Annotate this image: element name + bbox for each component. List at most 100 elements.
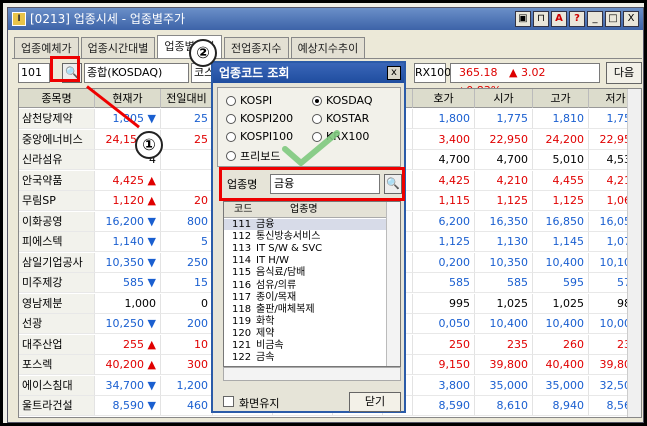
list-item-name: IT S/W & SVC <box>256 243 323 255</box>
grid-header-cell[interactable]: 종목명 <box>19 89 95 108</box>
close-button[interactable]: X <box>623 11 639 27</box>
price-value: 10,250 <box>105 317 145 330</box>
radio-kostar[interactable]: KOSTAR <box>312 112 369 125</box>
tab-3[interactable]: 전업종지수 <box>223 37 289 59</box>
stock-name-cell: 삼천당제약 <box>19 109 95 129</box>
down-arrow-icon: ▼ <box>144 399 156 412</box>
help-icon[interactable]: ? <box>569 11 585 27</box>
stock-name-cell: 안국약품 <box>19 170 95 191</box>
radio-freeboard[interactable]: 프리보드 <box>226 148 280 164</box>
sector-search-input[interactable]: 금융 <box>270 174 380 194</box>
grid-header-cell[interactable]: 고가 <box>533 89 589 108</box>
open-cell: 235 <box>475 334 533 355</box>
list-item-code: 116 <box>232 279 252 291</box>
list-item[interactable]: 119 화학 <box>224 316 386 327</box>
layout-icon[interactable]: ▣ <box>515 11 531 27</box>
high-cell: 10,400 <box>533 252 589 273</box>
list-item[interactable]: 111 금융 <box>224 219 386 230</box>
list-item[interactable]: 118 출판/매체복제 <box>224 304 386 315</box>
bid-cell: 1,125 <box>413 232 475 252</box>
price-cell: 40,200 ▲ <box>95 355 161 375</box>
font-icon[interactable]: A <box>551 11 567 27</box>
tab-1[interactable]: 업종시간대별 <box>80 37 156 59</box>
dialog-close-icon[interactable]: x <box>387 66 401 80</box>
open-cell: 10,400 <box>475 314 533 334</box>
list-item[interactable]: 113 IT S/W & SVC <box>224 243 386 254</box>
table-row[interactable]: 울트라건설우2,810 ▲2,7252,6352,8202,635 <box>19 416 641 417</box>
high-cell: 10,400 <box>533 314 589 334</box>
grid-header-cell[interactable]: 호가 <box>413 89 475 108</box>
list-item[interactable]: 117 종이/목재 <box>224 292 386 303</box>
grid-scrollbar[interactable] <box>627 89 641 417</box>
blank-cell <box>273 416 333 417</box>
change-cell: 460 <box>161 396 213 416</box>
radio-label: KOSTAR <box>326 112 370 125</box>
link-icon[interactable]: ⊓ <box>533 11 549 27</box>
stock-name-cell: 미주제강 <box>19 273 95 293</box>
radio-label: 프리보드 <box>240 150 281 163</box>
bid-cell: 0,050 <box>413 314 475 334</box>
open-cell: 39,800 <box>475 355 533 375</box>
blank-cell <box>383 416 413 417</box>
list-item[interactable]: 120 제약 <box>224 328 386 339</box>
list-item-code: 122 <box>232 352 252 364</box>
down-arrow-icon: ▼ <box>144 276 156 289</box>
high-cell: 35,000 <box>533 375 589 396</box>
change-cell: 0 <box>161 293 213 314</box>
minimize-button[interactable]: _ <box>587 11 603 27</box>
stock-name-cell: 울트라건설 <box>19 396 95 416</box>
list-item[interactable]: 121 비금속 <box>224 340 386 351</box>
list-item-code: 117 <box>232 291 252 303</box>
radio-kospi[interactable]: KOSPI <box>226 94 272 107</box>
list-item-name: 종이/목재 <box>256 291 297 303</box>
stock-name-cell: 대주산업 <box>19 334 95 355</box>
open-cell: 1,130 <box>475 232 533 252</box>
change-cell <box>161 150 213 170</box>
index-value-field: 365.18 ▲ 3.02 +0.83% <box>450 63 600 97</box>
maximize-button[interactable]: □ <box>605 11 621 27</box>
open-cell: 4,700 <box>475 150 533 170</box>
list-item[interactable]: 112 통신방송서비스 <box>224 231 386 242</box>
open-cell: 4,210 <box>475 170 533 191</box>
price-cell: 1,140 ▼ <box>95 232 161 252</box>
sector-list-header: 코드 업종명 <box>224 202 388 218</box>
up-arrow-icon: ▲ <box>144 194 156 207</box>
list-item[interactable]: 122 금속 <box>224 352 386 363</box>
list-item[interactable]: 115 음식료/담배 <box>224 267 386 278</box>
open-cell: 16,350 <box>475 211 533 232</box>
price-value: 8,590 <box>112 399 145 412</box>
radio-kosdaq[interactable]: KOSDAQ <box>312 94 373 107</box>
sector-code-input[interactable]: 101 <box>18 63 50 83</box>
radio-dot <box>226 151 236 161</box>
list-item[interactable]: 114 IT H/W <box>224 255 386 266</box>
keep-screen-checkbox[interactable] <box>223 396 234 407</box>
grid-header-cell[interactable]: 시가 <box>475 89 533 108</box>
list-item-code: 119 <box>232 315 252 327</box>
next-button[interactable]: 다음 <box>606 62 642 84</box>
price-value: 40,200 <box>105 358 145 371</box>
tab-4[interactable]: 예상지수추이 <box>290 37 366 59</box>
price-value: 10,350 <box>105 255 145 269</box>
dialog-close-button[interactable]: 닫기 <box>349 392 401 412</box>
list-item[interactable]: 116 섬유/의류 <box>224 280 386 291</box>
price-cell: 2,810 ▲ <box>95 416 161 417</box>
bid-cell: 4,700 <box>413 150 475 170</box>
list-hscrollbar[interactable] <box>223 367 401 381</box>
high-cell: 595 <box>533 273 589 293</box>
keep-screen-label: 화면유지 <box>239 397 280 410</box>
radio-kospi200[interactable]: KOSPI200 <box>226 112 293 125</box>
list-scrollbar[interactable] <box>386 202 400 366</box>
high-cell: 1,145 <box>533 232 589 252</box>
search-icon[interactable]: 🔍 <box>384 174 402 194</box>
high-cell: 16,850 <box>533 211 589 232</box>
down-arrow-icon: ▼ <box>144 378 156 392</box>
list-item-code: 121 <box>232 340 252 351</box>
grid-header-cell[interactable]: 전일대비 <box>161 89 213 108</box>
price-value: 1,120 <box>112 194 145 207</box>
index-name-field: RX100 <box>414 63 451 83</box>
high-cell: 260 <box>533 334 589 355</box>
price-value: 34,700 <box>105 378 145 392</box>
change-cell: 5 <box>161 232 213 252</box>
change-cell: 200 <box>161 314 213 334</box>
window-frame: I [0213] 업종시세 - 업종별주가 ▣ ⊓ A ? _ □ X 업종예체… <box>0 0 647 426</box>
